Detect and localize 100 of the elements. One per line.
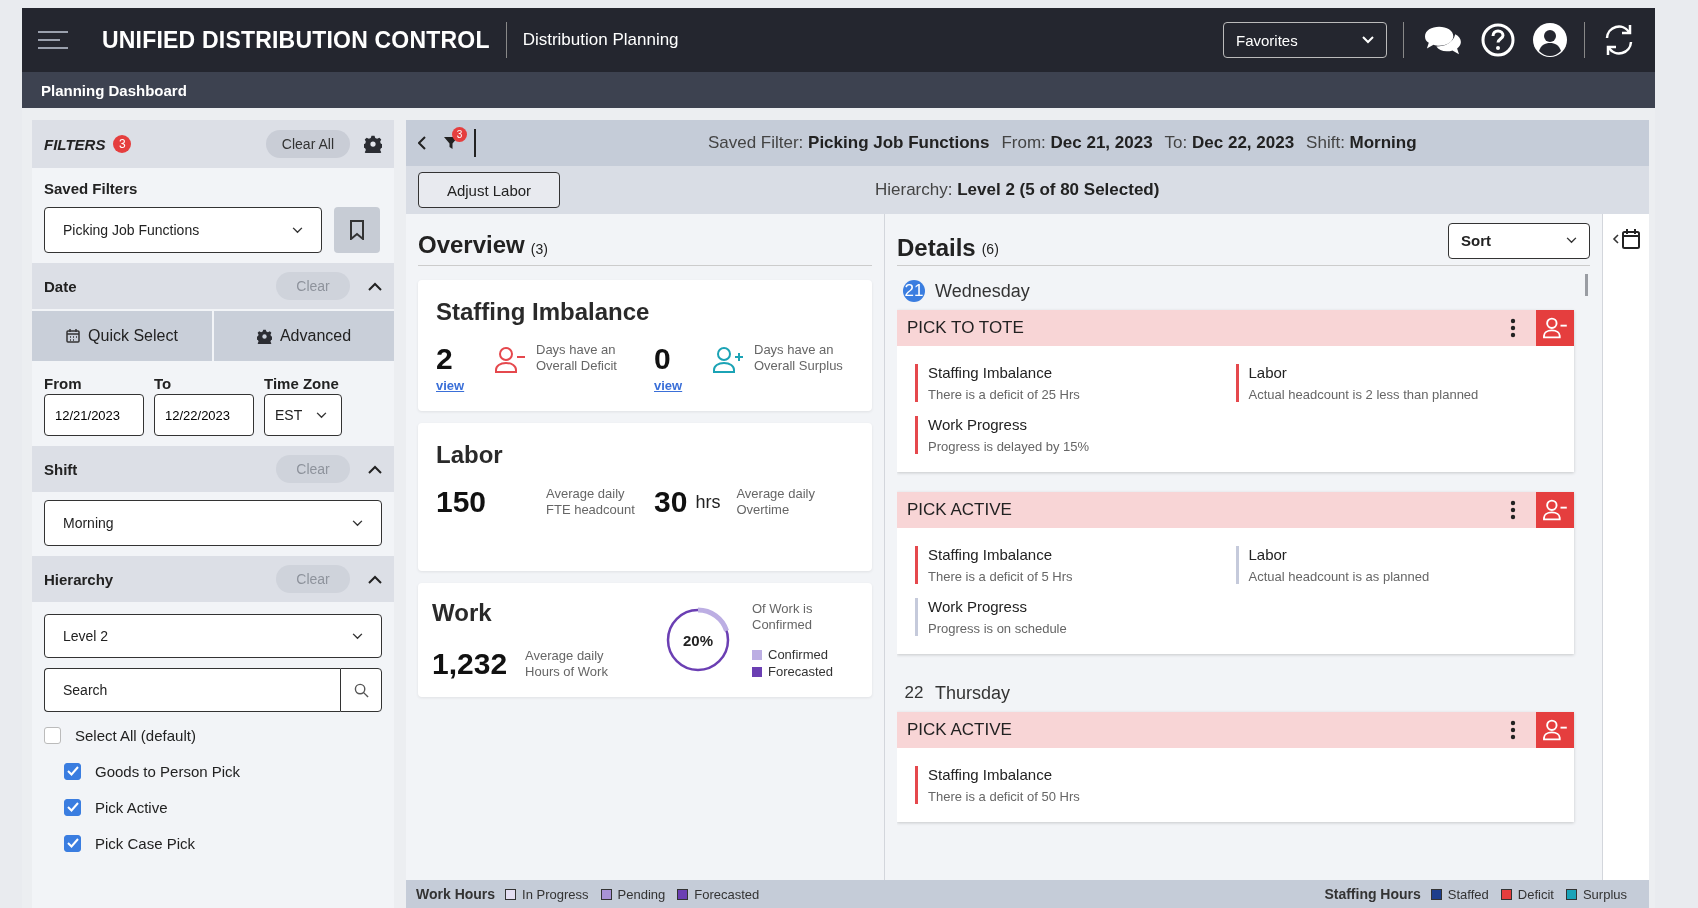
day-number[interactable]: 21: [903, 280, 925, 302]
stat-caption: Days have an Overall Deficit: [536, 342, 618, 374]
app-title: UNIFIED DISTRIBUTION CONTROL: [102, 26, 490, 54]
deficit-button[interactable]: [1536, 310, 1574, 346]
chevron-down-icon: [352, 519, 363, 527]
time-zone-dropdown[interactable]: EST: [264, 394, 342, 436]
account-icon[interactable]: [1532, 22, 1568, 58]
from-date-field[interactable]: 12/21/2023: [44, 394, 144, 436]
stat-value: 30: [654, 485, 688, 519]
section-title: Hierarchy: [44, 570, 114, 588]
checkbox[interactable]: [44, 726, 61, 744]
overview-count: (3): [530, 241, 548, 259]
bookmark-icon: [349, 220, 365, 240]
bookmark-button[interactable]: [334, 207, 380, 253]
favorites-dropdown[interactable]: Favorites: [1223, 22, 1387, 58]
stat-value: 150: [436, 485, 488, 519]
metric-title: Labor: [1248, 546, 1288, 563]
menu-icon[interactable]: [38, 30, 68, 50]
help-icon[interactable]: [1480, 22, 1516, 58]
metric-title: Work Progress: [928, 416, 1028, 433]
metric-text: There is a deficit of 25 Hrs: [928, 387, 1080, 402]
day-number[interactable]: 22: [903, 682, 925, 704]
back-icon[interactable]: [418, 136, 426, 150]
legend-title: Staffing Hours: [1324, 886, 1421, 902]
view-link[interactable]: view: [436, 378, 484, 393]
stat-caption: Average daily FTE headcount: [546, 486, 636, 518]
card-title: Staffing Imbalance: [436, 298, 651, 326]
legend-label: Pending: [617, 886, 666, 902]
hierarchy-summary: Hierarchy: Level 2 (5 of 80 Selected): [875, 180, 1160, 200]
more-icon[interactable]: [1510, 720, 1516, 740]
stat-caption: Days have an Overall Surplus: [754, 342, 844, 374]
legend-label: Confirmed: [768, 647, 828, 662]
filter-summary-text: From: Dec 21, 2023: [1001, 133, 1153, 153]
collapse-icon[interactable]: [368, 574, 382, 584]
time-zone-label: Time Zone: [264, 375, 340, 392]
metric-title: Work Progress: [928, 598, 1028, 615]
chevron-down-icon: [316, 411, 327, 419]
deficit-button[interactable]: [1536, 492, 1574, 528]
day-name: Thursday: [935, 682, 1011, 704]
chevron-down-icon: [352, 632, 363, 640]
hierarchy-dropdown[interactable]: Level 2: [44, 614, 382, 658]
checkbox[interactable]: [64, 762, 81, 780]
saved-filter-dropdown[interactable]: Picking Job Functions: [44, 207, 322, 253]
details-title: Details: [897, 233, 976, 262]
person-minus-icon: [1542, 499, 1568, 521]
quick-select-tab[interactable]: Quick Select: [32, 311, 212, 361]
view-link[interactable]: view: [654, 378, 702, 393]
to-label: To: [154, 375, 173, 392]
filter-summary-text: Saved Filter: Picking Job Functions: [707, 133, 990, 153]
advanced-tab[interactable]: Advanced: [214, 311, 394, 361]
card-title: Labor: [436, 441, 504, 469]
clear-all-button[interactable]: Clear All: [265, 130, 350, 158]
search-icon: [353, 682, 369, 698]
legend-label: Surplus: [1582, 886, 1627, 902]
metric-title: Staffing Imbalance: [928, 766, 1053, 783]
filter-count-badge: 3: [113, 135, 132, 153]
collapse-icon[interactable]: [368, 464, 382, 474]
more-icon[interactable]: [1510, 500, 1516, 520]
person-plus-icon: [712, 346, 744, 374]
percent-label: 20%: [682, 630, 714, 651]
sort-dropdown[interactable]: Sort: [1448, 222, 1590, 259]
chevron-down-icon: [1362, 36, 1374, 44]
metric-text: There is a deficit of 5 Hrs: [928, 569, 1073, 584]
checkbox[interactable]: [64, 798, 81, 816]
metric-text: Progress is on schedule: [928, 621, 1067, 636]
checkbox-label: Pick Active: [95, 798, 168, 816]
job-title: PICK TO TOTE: [907, 318, 1024, 338]
filter-summary-text: To: Dec 22, 2023: [1164, 133, 1295, 153]
breadcrumb: Planning Dashboard: [41, 81, 187, 99]
metric-text: There is a deficit of 50 Hrs: [928, 789, 1080, 804]
shift-dropdown[interactable]: Morning: [44, 500, 382, 546]
more-icon[interactable]: [1510, 318, 1516, 338]
person-minus-icon: [1542, 317, 1568, 339]
from-label: From: [44, 375, 83, 392]
job-title: PICK ACTIVE: [907, 720, 1012, 740]
section-title: Shift: [44, 460, 78, 478]
overview-title: Overview: [418, 231, 525, 259]
search-field[interactable]: Search: [44, 668, 340, 712]
metric-title: Labor: [1248, 364, 1288, 381]
stat-caption: Average daily Hours of Work: [525, 648, 609, 680]
deficit-button[interactable]: [1536, 712, 1574, 748]
to-date-field[interactable]: 12/22/2023: [154, 394, 254, 436]
checkbox-label: Pick Case Pick: [95, 834, 196, 852]
filter-count-badge: 3: [452, 127, 467, 142]
page-title: Distribution Planning: [522, 30, 679, 50]
calendar-icon[interactable]: [1611, 228, 1641, 250]
search-button[interactable]: [340, 668, 382, 712]
filter-summary-text: Shift: Morning: [1306, 133, 1417, 153]
checkbox-label: Goods to Person Pick: [95, 762, 241, 780]
collapse-icon[interactable]: [368, 281, 382, 291]
checkbox[interactable]: [64, 834, 81, 852]
ring-caption: Of Work is Confirmed: [752, 601, 814, 633]
stat-value: 0: [654, 342, 672, 376]
legend-label: Forecasted: [768, 664, 834, 679]
chevron-down-icon: [1566, 237, 1577, 244]
legend-label: Staffed: [1447, 886, 1489, 902]
adjust-labor-button[interactable]: Adjust Labor: [418, 172, 560, 208]
legend-label: Deficit: [1517, 886, 1554, 902]
legend-label: In Progress: [522, 886, 589, 902]
settings-icon[interactable]: [364, 135, 382, 153]
